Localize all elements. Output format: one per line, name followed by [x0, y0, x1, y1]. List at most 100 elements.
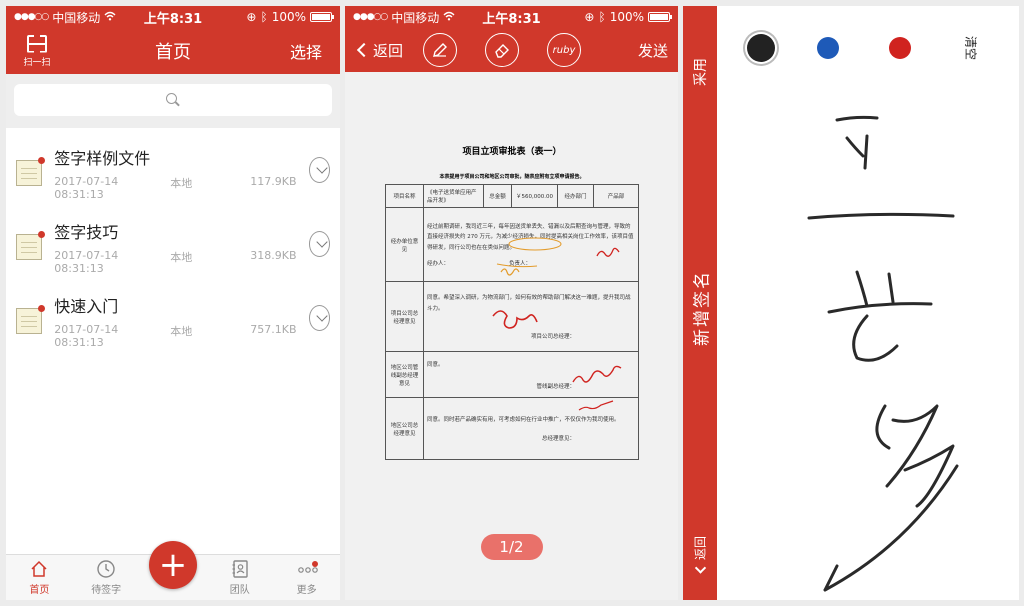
wifi-icon — [104, 10, 116, 24]
search-icon — [166, 93, 180, 107]
tab-more[interactable]: 更多 — [273, 555, 340, 600]
expand-chevron-icon[interactable] — [308, 305, 330, 331]
table-row: 项目名称 《电子送货单应用产品开发》 总金额 ￥560,000.00 经办部门 … — [385, 184, 639, 208]
select-button[interactable]: 选择 — [290, 39, 322, 63]
table-cell: 经办部门 — [557, 184, 594, 208]
table-cell: 《电子送货单应用产品开发》 — [423, 184, 484, 208]
list-item[interactable]: 签字样例文件 2017-07-14 08:31:13 本地 117.9KB — [6, 136, 340, 210]
pen-icon — [433, 43, 447, 57]
clear-button[interactable]: 清空 — [963, 36, 980, 60]
scan-icon — [27, 35, 47, 53]
bluetooth-icon: ᛒ — [260, 10, 268, 24]
document-title: 项目立项审批表（表一） — [462, 147, 562, 157]
viewer-navbar: 返回 ruby 发送 — [345, 28, 678, 72]
signal-icon: ●●●○○ — [14, 12, 49, 22]
screenshot-canvas: ●●●○○ 中国移动 上午8:31 ⊕ ᛒ 100% 扫一扫 首页 选择 签字样… — [0, 0, 1024, 606]
color-red-swatch[interactable] — [889, 37, 911, 59]
file-date: 2017-07-14 08:31:13 — [54, 175, 119, 201]
search-bar-container — [6, 74, 340, 128]
table-row: 地区公司总经理意见 同意。同时若产品确实有用，可考虑如何在行业中推广，不仅仅作为… — [385, 397, 639, 460]
carrier-label: 中国移动 — [391, 10, 440, 25]
table-cell: ￥560,000.00 — [511, 184, 558, 208]
tab-home-label: 首页 — [29, 585, 50, 596]
table-cell: 同意。同时若产品确实有用，可考虑如何在行业中推广，不仅仅作为我司使用。 总经理意… — [423, 397, 639, 460]
file-list: 签字样例文件 2017-07-14 08:31:13 本地 117.9KB 签字… — [6, 128, 340, 358]
file-location: 本地 — [170, 251, 193, 264]
file-size: 318.9KB — [250, 249, 297, 262]
file-name: 签字技巧 — [54, 223, 119, 242]
table-row: 项目公司总经理意见 同意。希望深入调研，为物流部门，如何有效的帮助部门解决这一难… — [385, 281, 639, 352]
search-input[interactable] — [14, 84, 332, 116]
table-cell: 产品部 — [593, 184, 639, 208]
list-item[interactable]: 签字技巧 2017-07-14 08:31:13 本地 318.9KB — [6, 210, 340, 284]
bluetooth-icon: ᛒ — [598, 10, 606, 24]
rotation-lock-icon: ⊕ — [584, 10, 595, 24]
tab-pending[interactable]: 待签字 — [73, 555, 140, 600]
tab-bar: 首页 待签字 + 团队 更多 — [6, 541, 340, 600]
file-location: 本地 — [170, 325, 193, 338]
clock-icon — [96, 559, 116, 579]
home-icon — [29, 559, 49, 579]
opinion-text: 经过前期调研，我司近三年，每年因送货单丢失、错漏以及后期查询与管理，导致的直接经… — [427, 223, 634, 251]
signer-label: 总经理意见： — [541, 435, 575, 442]
signature-tool-button[interactable]: ruby — [547, 33, 581, 67]
opinion-text: 同意。希望深入调研，为物流部门，如何有效的帮助部门解决这一难题，提升我司战斗力。 — [427, 295, 631, 312]
handler-label: 经办人： — [427, 261, 450, 268]
adopt-button[interactable]: 采用 — [690, 58, 710, 86]
table-row: 经办单位意见 经过前期调研，我司近三年，每年因送货单丢失、错漏以及后期查询与管理… — [385, 207, 639, 282]
status-bar: ●●●○○ 中国移动 上午8:31 ⊕ ᛒ 100% — [345, 6, 678, 28]
table-cell: 地区公司总经理意见 — [385, 397, 424, 460]
eraser-icon — [495, 44, 509, 58]
scan-button[interactable]: 扫一扫 — [20, 35, 54, 68]
table-cell: 经过前期调研，我司近三年，每年因送货单丢失、错漏以及后期查询与管理，导致的直接经… — [423, 207, 639, 282]
back-button[interactable]: 返回 — [355, 40, 403, 61]
contacts-icon — [230, 559, 250, 579]
table-cell: 经办单位意见 — [385, 207, 424, 282]
battery-icon — [310, 12, 334, 22]
signature-pad-screen: 采用 新增签名 返回 清空 — [683, 6, 1019, 600]
signature-back-button[interactable]: 返回 — [692, 535, 709, 574]
add-button[interactable]: + — [148, 541, 197, 589]
color-black-swatch[interactable] — [747, 34, 775, 62]
file-size: 117.9KB — [250, 175, 297, 188]
status-bar: ●●●○○ 中国移动 上午8:31 ⊕ ᛒ 100% — [6, 6, 340, 28]
signer-label: 管线副总经理： — [536, 383, 575, 390]
signer-label: 项目公司总经理： — [530, 333, 575, 340]
battery-label: 100% — [609, 10, 644, 24]
list-item[interactable]: 快速入门 2017-07-14 08:31:13 本地 757.1KB — [6, 284, 340, 358]
eraser-tool-button[interactable] — [485, 33, 519, 67]
responsible-label: 负责人： — [509, 261, 532, 268]
document-page: 项目立项审批表（表一） 本表提用于项目公司和地区公司审批，随表应附有立项申请报告… — [367, 116, 657, 496]
document-note: 本表提用于项目公司和地区公司审批，随表应附有立项申请报告。 — [439, 174, 585, 180]
table-row: 地区公司管线副总经理意见 同意。 管线副总经理： — [385, 351, 639, 398]
fab-slot: + — [140, 541, 207, 600]
file-date: 2017-07-14 08:31:13 — [54, 249, 119, 275]
approval-table: 项目名称 《电子送货单应用产品开发》 总金额 ￥560,000.00 经办部门 … — [385, 184, 639, 460]
wifi-icon — [443, 10, 455, 24]
tab-team-label: 团队 — [229, 585, 250, 596]
file-name: 快速入门 — [54, 297, 119, 316]
send-button[interactable]: 发送 — [638, 40, 668, 61]
opinion-text: 同意。 — [427, 361, 444, 368]
home-screen: ●●●○○ 中国移动 上午8:31 ⊕ ᛒ 100% 扫一扫 首页 选择 签字样… — [6, 6, 340, 600]
expand-chevron-icon[interactable] — [308, 157, 330, 183]
table-cell: 同意。 管线副总经理： — [423, 351, 639, 398]
signal-icon: ●●●○○ — [353, 12, 388, 22]
tab-team[interactable]: 团队 — [206, 555, 273, 600]
tab-home[interactable]: 首页 — [6, 555, 73, 600]
document-icon — [16, 157, 46, 186]
expand-chevron-icon[interactable] — [308, 231, 330, 257]
rotation-lock-icon: ⊕ — [246, 10, 257, 24]
signature-tool-label: ruby — [552, 44, 576, 56]
file-size: 757.1KB — [250, 323, 297, 336]
document-icon — [16, 305, 46, 334]
signature-back-label: 返回 — [693, 535, 708, 561]
pen-tool-button[interactable] — [423, 33, 457, 67]
battery-label: 100% — [271, 10, 306, 24]
signature-canvas[interactable] — [717, 76, 1019, 600]
color-blue-swatch[interactable] — [817, 37, 839, 59]
document-icon — [16, 231, 46, 260]
page-indicator: 1/2 — [480, 534, 543, 560]
signature-sidebar: 采用 新增签名 返回 — [683, 6, 717, 600]
carrier-label: 中国移动 — [52, 10, 101, 25]
